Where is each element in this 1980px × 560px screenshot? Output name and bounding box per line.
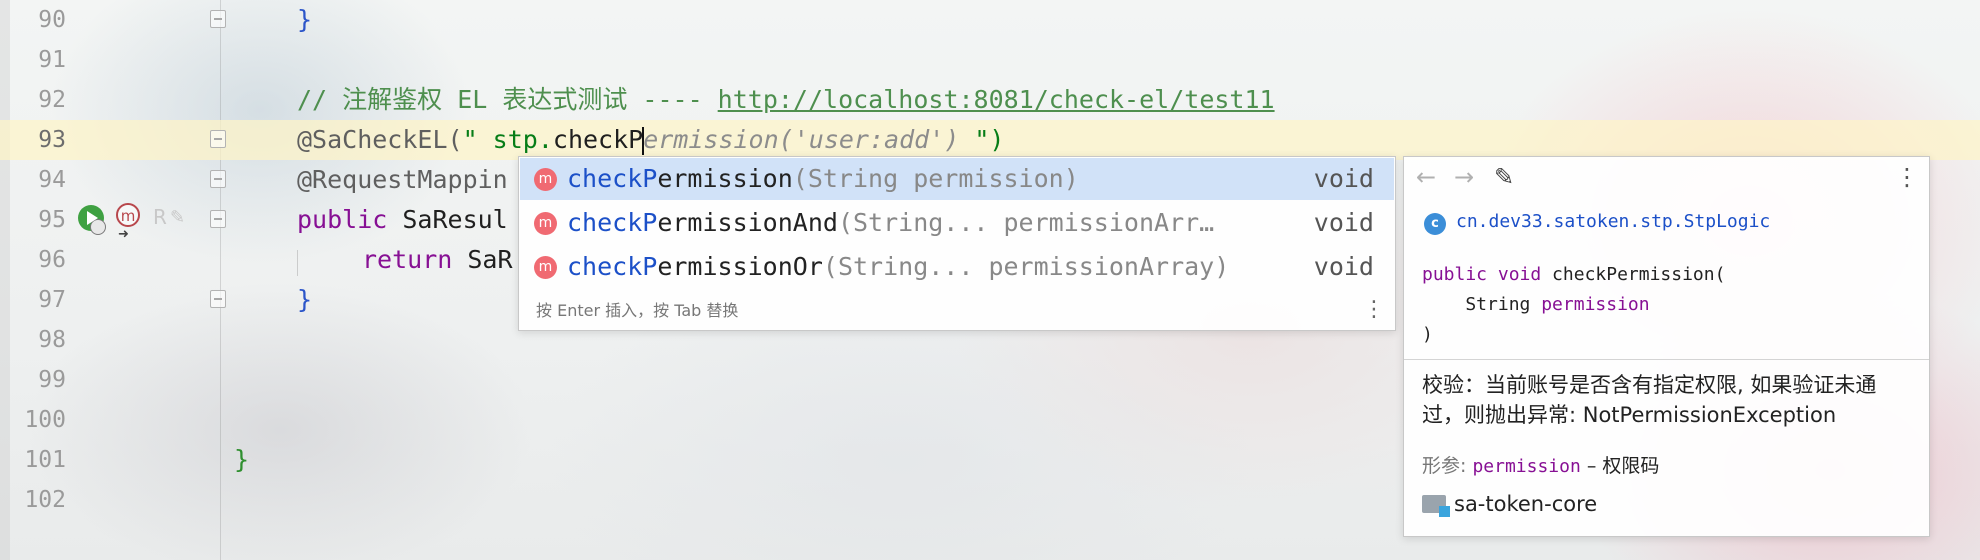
string-end-text: ") [974, 125, 1005, 154]
completion-params: (String permission) [792, 164, 1079, 193]
completion-params: (String... permissionArr… [837, 208, 1215, 237]
more-options-icon[interactable]: ⋮ [1363, 297, 1385, 322]
typed-text: checkP [552, 125, 644, 154]
code-text: } [297, 285, 313, 314]
completion-rest: ermissionOr [657, 252, 823, 281]
string-text: " stp. [462, 125, 553, 154]
run-icon[interactable] [78, 205, 106, 235]
code-text: } [297, 5, 313, 34]
completion-item[interactable]: m checkPermissionOr(String... permission… [520, 246, 1394, 288]
fold-start-icon[interactable] [210, 130, 226, 148]
forward-icon[interactable]: → [1454, 163, 1474, 191]
param-name: permission [1472, 456, 1581, 477]
keyword: public [297, 205, 388, 234]
keyword: return [362, 245, 453, 274]
completion-match: checkP [567, 208, 658, 237]
signature-param-name: permission [1541, 294, 1650, 315]
completion-rest: ermissionAnd [657, 208, 838, 237]
method-icon: m [534, 256, 557, 279]
line-number: 96 [38, 247, 66, 273]
module-folder-icon [1422, 495, 1450, 517]
param-description: – 权限码 [1580, 455, 1660, 477]
line-number: 101 [24, 447, 66, 473]
doc-divider [1404, 359, 1929, 360]
method-icon: m [534, 168, 557, 191]
code-text: @SaCheckEL(" stp.checkPermission('user:a… [297, 120, 1004, 160]
line-number: 95 [38, 207, 66, 233]
completion-popup: m checkPermission(String permission) voi… [518, 156, 1396, 331]
module-name: sa-token-core [1454, 492, 1598, 516]
method-signature: public void checkPermission( String perm… [1422, 260, 1725, 350]
method-icon[interactable]: m [116, 203, 140, 227]
fold-end-icon[interactable] [210, 10, 226, 28]
edit-source-icon[interactable]: ✎ [1494, 163, 1514, 191]
completion-type: void [1313, 164, 1374, 193]
code-line-92[interactable]: 92 // 注解鉴权 EL 表达式测试 ---- http://localhos… [0, 80, 1980, 120]
fold-icon[interactable] [210, 170, 226, 188]
comment-url-link[interactable]: http://localhost:8081/check-el/test11 [718, 85, 1275, 114]
completion-item[interactable]: m checkPermission(String permission) voi… [520, 158, 1394, 200]
line-number: 93 [38, 127, 66, 153]
param-label: 形参: [1422, 455, 1467, 477]
code-line-91[interactable]: 91 [0, 40, 1980, 80]
completion-text: checkPermissionAnd(String... permissionA… [567, 202, 1214, 244]
completion-match: checkP [567, 164, 658, 193]
comment-text: // 注解鉴权 EL 表达式测试 ---- [297, 85, 718, 114]
signature-name: checkPermission( [1541, 264, 1726, 285]
line-number: 92 [38, 87, 66, 113]
r-icon[interactable]: R [153, 205, 167, 229]
class-link[interactable]: cn.dev33.satoken.stp.StpLogic [1456, 211, 1770, 232]
doc-toolbar: ← → ✎ ⋮ [1404, 157, 1929, 199]
code-rest: SaResul [387, 205, 508, 234]
code-text: return SaR [362, 240, 513, 280]
line-number: 99 [38, 367, 66, 393]
completion-rest: ermission [657, 164, 793, 193]
completion-params: (String... permissionArray) [822, 252, 1230, 281]
completion-type: void [1313, 208, 1374, 237]
code-rest: SaR [452, 245, 513, 274]
line-number: 91 [38, 47, 66, 73]
fold-end-icon[interactable] [210, 290, 226, 308]
annotation-text: @SaCheckEL( [297, 125, 463, 154]
param-row: 形参: permission – 权限码 [1422, 451, 1659, 478]
line-number: 102 [24, 487, 66, 513]
signature-close: ) [1422, 324, 1433, 345]
code-text: } [234, 445, 250, 474]
line-number: 90 [38, 7, 66, 33]
completion-item[interactable]: m checkPermissionAnd(String... permissio… [520, 202, 1394, 244]
completion-hint: 按 Enter 插入，按 Tab 替换 [536, 301, 739, 320]
documentation-popup: ← → ✎ ⋮ c cn.dev33.satoken.stp.StpLogic … [1403, 156, 1930, 537]
fold-start-icon[interactable] [210, 210, 226, 228]
module-row: sa-token-core [1422, 492, 1598, 517]
method-icon: m [534, 212, 557, 235]
signature-param-type: String [1422, 294, 1542, 315]
inline-suggestion-text: ermission('user:add') [643, 125, 975, 154]
pen-icon[interactable]: ✎ [170, 207, 185, 228]
line-number: 98 [38, 327, 66, 353]
back-icon[interactable]: ← [1416, 163, 1436, 191]
completion-type: void [1313, 252, 1374, 281]
code-line-90[interactable]: 90 } [0, 0, 1980, 40]
method-description: 校验：当前账号是否含有指定权限, 如果验证未通过，则抛出异常: NotPermi… [1422, 373, 1877, 427]
code-line-93[interactable]: 93 @SaCheckEL(" stp.checkPermission('use… [0, 120, 1980, 160]
code-text: @RequestMappin [297, 165, 508, 194]
line-number: 97 [38, 287, 66, 313]
line-number: 94 [38, 167, 66, 193]
completion-match: checkP [567, 252, 658, 281]
signature-modifiers: public void [1422, 264, 1542, 285]
gutter-icons: m ➜ R ✎ [78, 203, 188, 242]
class-icon: c [1424, 213, 1446, 235]
arrow-icon: ➜ [118, 227, 129, 242]
more-options-icon[interactable]: ⋮ [1895, 163, 1919, 191]
code-text: // 注解鉴权 EL 表达式测试 ---- http://localhost:8… [297, 80, 1275, 120]
completion-text: checkPermission(String permission) [567, 158, 1079, 200]
line-number: 100 [24, 407, 66, 433]
code-text: public SaResul [297, 200, 508, 240]
endpoint-icon [90, 219, 106, 235]
completion-text: checkPermissionOr(String... permissionAr… [567, 246, 1229, 288]
